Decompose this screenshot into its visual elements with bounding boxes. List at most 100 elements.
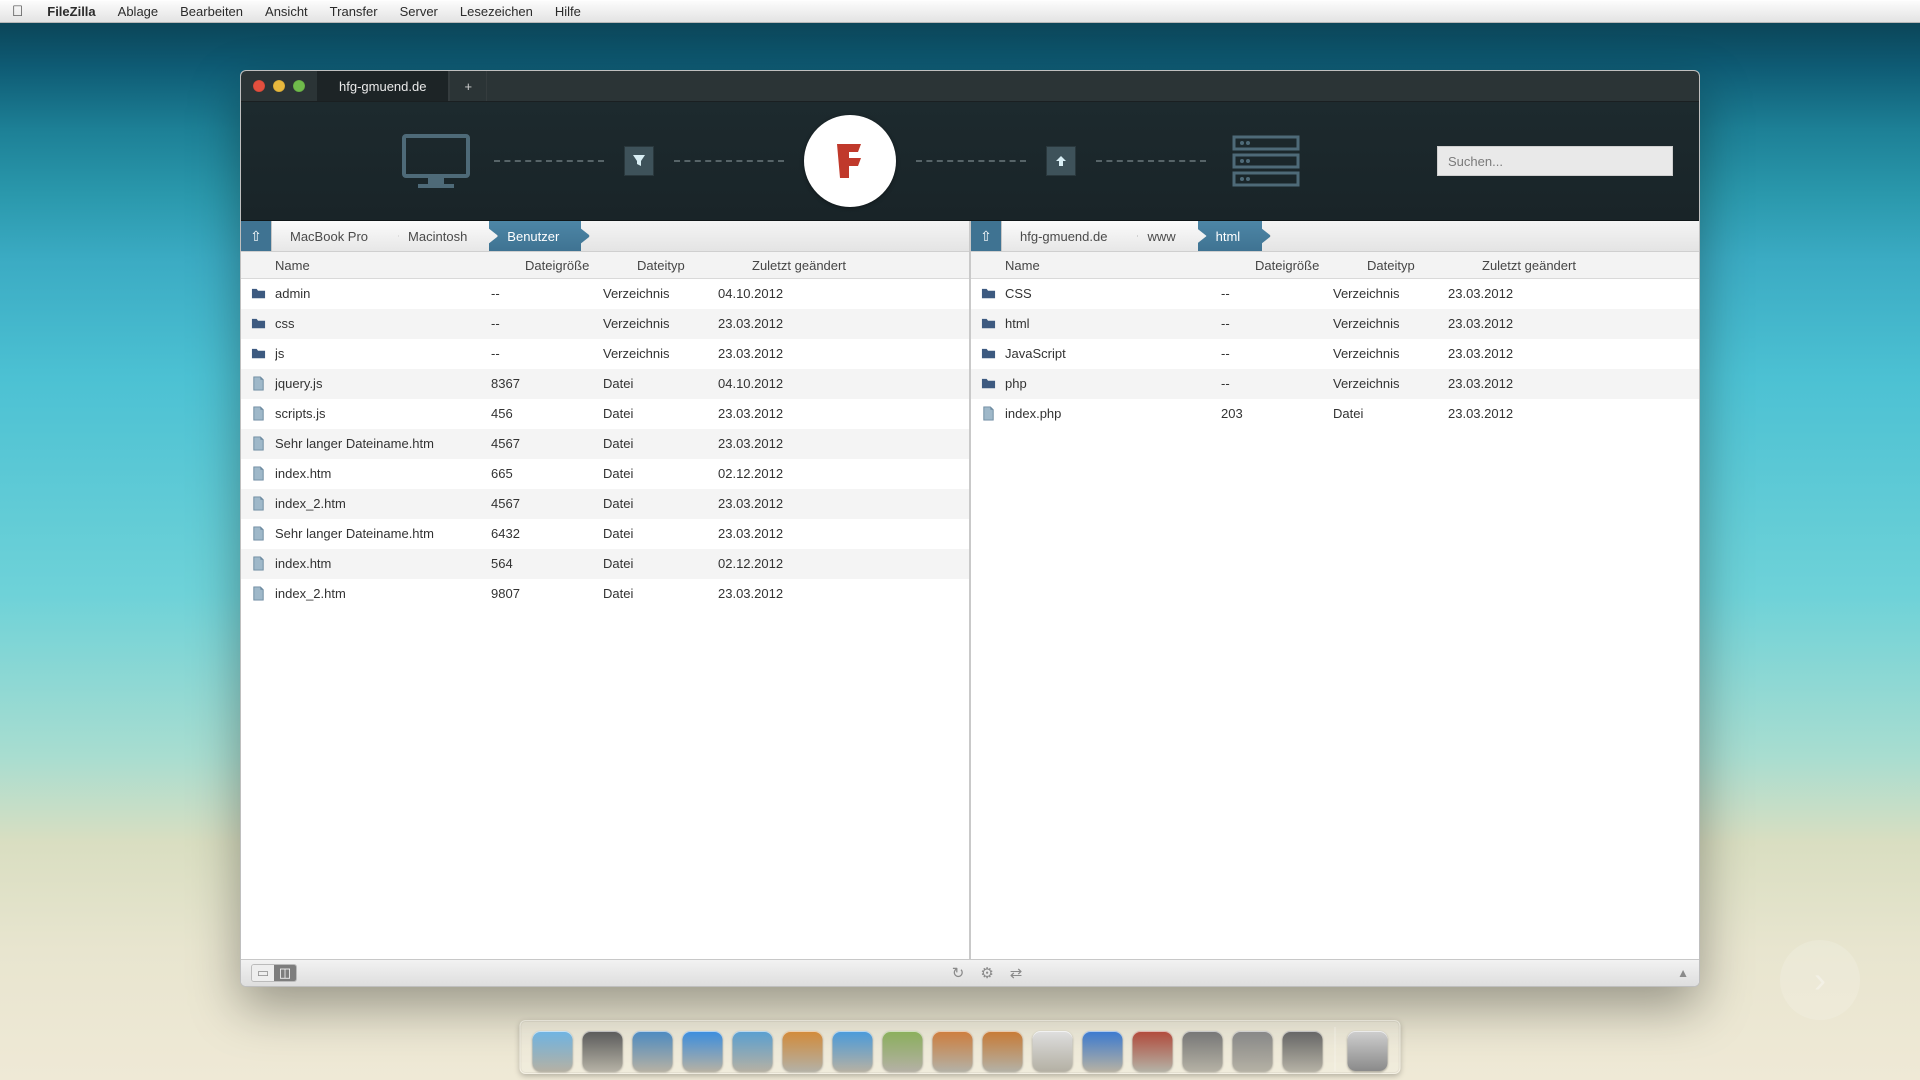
col-size[interactable]: Dateigröße xyxy=(1255,258,1367,273)
window-close-button[interactable] xyxy=(253,80,265,92)
folder-icon xyxy=(971,316,1005,331)
col-date[interactable]: Zuletzt geändert xyxy=(752,258,969,273)
sync-settings-icon[interactable]: ⚙ xyxy=(980,964,993,982)
file-date: 04.10.2012 xyxy=(718,286,969,301)
window-zoom-button[interactable] xyxy=(293,80,305,92)
dock-app-store-icon[interactable] xyxy=(683,1031,723,1071)
dock-launchpad-icon[interactable] xyxy=(583,1031,623,1071)
dock-mission-control-icon[interactable] xyxy=(633,1031,673,1071)
breadcrumb-item[interactable]: hfg-gmuend.de xyxy=(1002,221,1129,251)
col-type[interactable]: Dateityp xyxy=(1367,258,1482,273)
file-date: 23.03.2012 xyxy=(718,316,969,331)
col-name[interactable]: Name xyxy=(241,258,525,273)
menu-app-name[interactable]: FileZilla xyxy=(47,4,95,19)
file-name: index.htm xyxy=(275,556,491,571)
expand-icon[interactable]: ▲ xyxy=(1677,966,1689,980)
dock-garageband-icon[interactable] xyxy=(1133,1031,1173,1071)
dock-app-1-icon[interactable] xyxy=(1233,1031,1273,1071)
file-type: Datei xyxy=(603,526,718,541)
single-pane-icon[interactable]: ▭ xyxy=(252,965,274,981)
file-row[interactable]: index_2.htm4567Datei23.03.2012 xyxy=(241,489,969,519)
file-type: Verzeichnis xyxy=(1333,316,1448,331)
file-name: html xyxy=(1005,316,1221,331)
search-input[interactable] xyxy=(1437,146,1673,176)
local-computer-icon xyxy=(398,130,474,192)
menu-item-transfer[interactable]: Transfer xyxy=(330,4,378,19)
file-size: 6432 xyxy=(491,526,603,541)
file-row[interactable]: Sehr langer Dateiname.htm4567Datei23.03.… xyxy=(241,429,969,459)
file-date: 23.03.2012 xyxy=(718,406,969,421)
breadcrumb-item[interactable]: html xyxy=(1198,221,1263,251)
arrow-up-icon: ⇧ xyxy=(980,228,992,245)
file-type: Datei xyxy=(603,496,718,511)
view-toggle[interactable]: ▭ ◫ xyxy=(251,964,297,982)
dock-safari-icon[interactable] xyxy=(833,1031,873,1071)
dock-itunes-icon[interactable] xyxy=(1083,1031,1123,1071)
app-window: hfg-gmuend.de + xyxy=(240,70,1700,987)
file-row[interactable]: index_2.htm9807Datei23.03.2012 xyxy=(241,579,969,609)
file-icon xyxy=(241,376,275,391)
menu-item-ansicht[interactable]: Ansicht xyxy=(265,4,308,19)
download-filter-button[interactable] xyxy=(624,146,654,176)
file-size: 665 xyxy=(491,466,603,481)
upload-button[interactable] xyxy=(1046,146,1076,176)
file-type: Datei xyxy=(603,406,718,421)
connector-line xyxy=(674,160,784,162)
window-minimize-button[interactable] xyxy=(273,80,285,92)
file-date: 04.10.2012 xyxy=(718,376,969,391)
dock-mail-icon[interactable] xyxy=(733,1031,773,1071)
dock-photos-icon[interactable] xyxy=(883,1031,923,1071)
dock-reminders-icon[interactable] xyxy=(983,1031,1023,1071)
menu-item-ablage[interactable]: Ablage xyxy=(118,4,158,19)
file-row[interactable]: html--Verzeichnis23.03.2012 xyxy=(971,309,1699,339)
file-name: Sehr langer Dateiname.htm xyxy=(275,526,491,541)
file-row[interactable]: JavaScript--Verzeichnis23.03.2012 xyxy=(971,339,1699,369)
file-size: -- xyxy=(1221,376,1333,391)
connection-tab[interactable]: hfg-gmuend.de xyxy=(317,71,449,101)
file-row[interactable]: index.htm665Datei02.12.2012 xyxy=(241,459,969,489)
file-row[interactable]: js--Verzeichnis23.03.2012 xyxy=(241,339,969,369)
file-row[interactable]: admin--Verzeichnis04.10.2012 xyxy=(241,279,969,309)
file-name: jquery.js xyxy=(275,376,491,391)
file-row[interactable]: Sehr langer Dateiname.htm6432Datei23.03.… xyxy=(241,519,969,549)
dock-calendar-icon[interactable] xyxy=(783,1031,823,1071)
folder-icon xyxy=(241,316,275,331)
col-size[interactable]: Dateigröße xyxy=(525,258,637,273)
file-row[interactable]: php--Verzeichnis23.03.2012 xyxy=(971,369,1699,399)
file-row[interactable]: scripts.js456Datei23.03.2012 xyxy=(241,399,969,429)
file-row[interactable]: index.htm564Datei02.12.2012 xyxy=(241,549,969,579)
file-date: 23.03.2012 xyxy=(1448,376,1699,391)
breadcrumb-item[interactable]: MacBook Pro xyxy=(272,221,390,251)
col-type[interactable]: Dateityp xyxy=(637,258,752,273)
dock-preferences-icon[interactable] xyxy=(1183,1031,1223,1071)
breadcrumb-item[interactable]: Benutzer xyxy=(489,221,581,251)
refresh-icon[interactable]: ↻ xyxy=(952,964,965,982)
col-name[interactable]: Name xyxy=(971,258,1255,273)
file-size: 9807 xyxy=(491,586,603,601)
dock-finder-icon[interactable] xyxy=(533,1031,573,1071)
file-row[interactable]: CSS--Verzeichnis23.03.2012 xyxy=(971,279,1699,309)
breadcrumb-item[interactable]: Macintosh xyxy=(390,221,489,251)
dual-pane-icon[interactable]: ◫ xyxy=(274,965,296,981)
menu-item-server[interactable]: Server xyxy=(400,4,438,19)
dock-trash-icon[interactable] xyxy=(1348,1031,1388,1071)
menu-item-hilfe[interactable]: Hilfe xyxy=(555,4,581,19)
file-row[interactable]: index.php203Datei23.03.2012 xyxy=(971,399,1699,429)
file-date: 02.12.2012 xyxy=(718,466,969,481)
file-row[interactable]: css--Verzeichnis23.03.2012 xyxy=(241,309,969,339)
local-up-button[interactable]: ⇧ xyxy=(241,221,272,251)
compare-icon[interactable]: ⇄ xyxy=(1010,964,1023,982)
breadcrumb-item[interactable]: www xyxy=(1129,221,1197,251)
remote-up-button[interactable]: ⇧ xyxy=(971,221,1002,251)
dock-contacts-icon[interactable] xyxy=(933,1031,973,1071)
connection-header xyxy=(241,102,1699,221)
dock-cal17-icon[interactable] xyxy=(1033,1031,1073,1071)
file-row[interactable]: jquery.js8367Datei04.10.2012 xyxy=(241,369,969,399)
apple-menu-icon[interactable]:  xyxy=(12,3,23,20)
new-tab-button[interactable]: + xyxy=(449,71,487,101)
connection-diagram xyxy=(267,115,1437,207)
menu-item-bearbeiten[interactable]: Bearbeiten xyxy=(180,4,243,19)
col-date[interactable]: Zuletzt geändert xyxy=(1482,258,1699,273)
dock-app-2-icon[interactable] xyxy=(1283,1031,1323,1071)
menu-item-lesezeichen[interactable]: Lesezeichen xyxy=(460,4,533,19)
